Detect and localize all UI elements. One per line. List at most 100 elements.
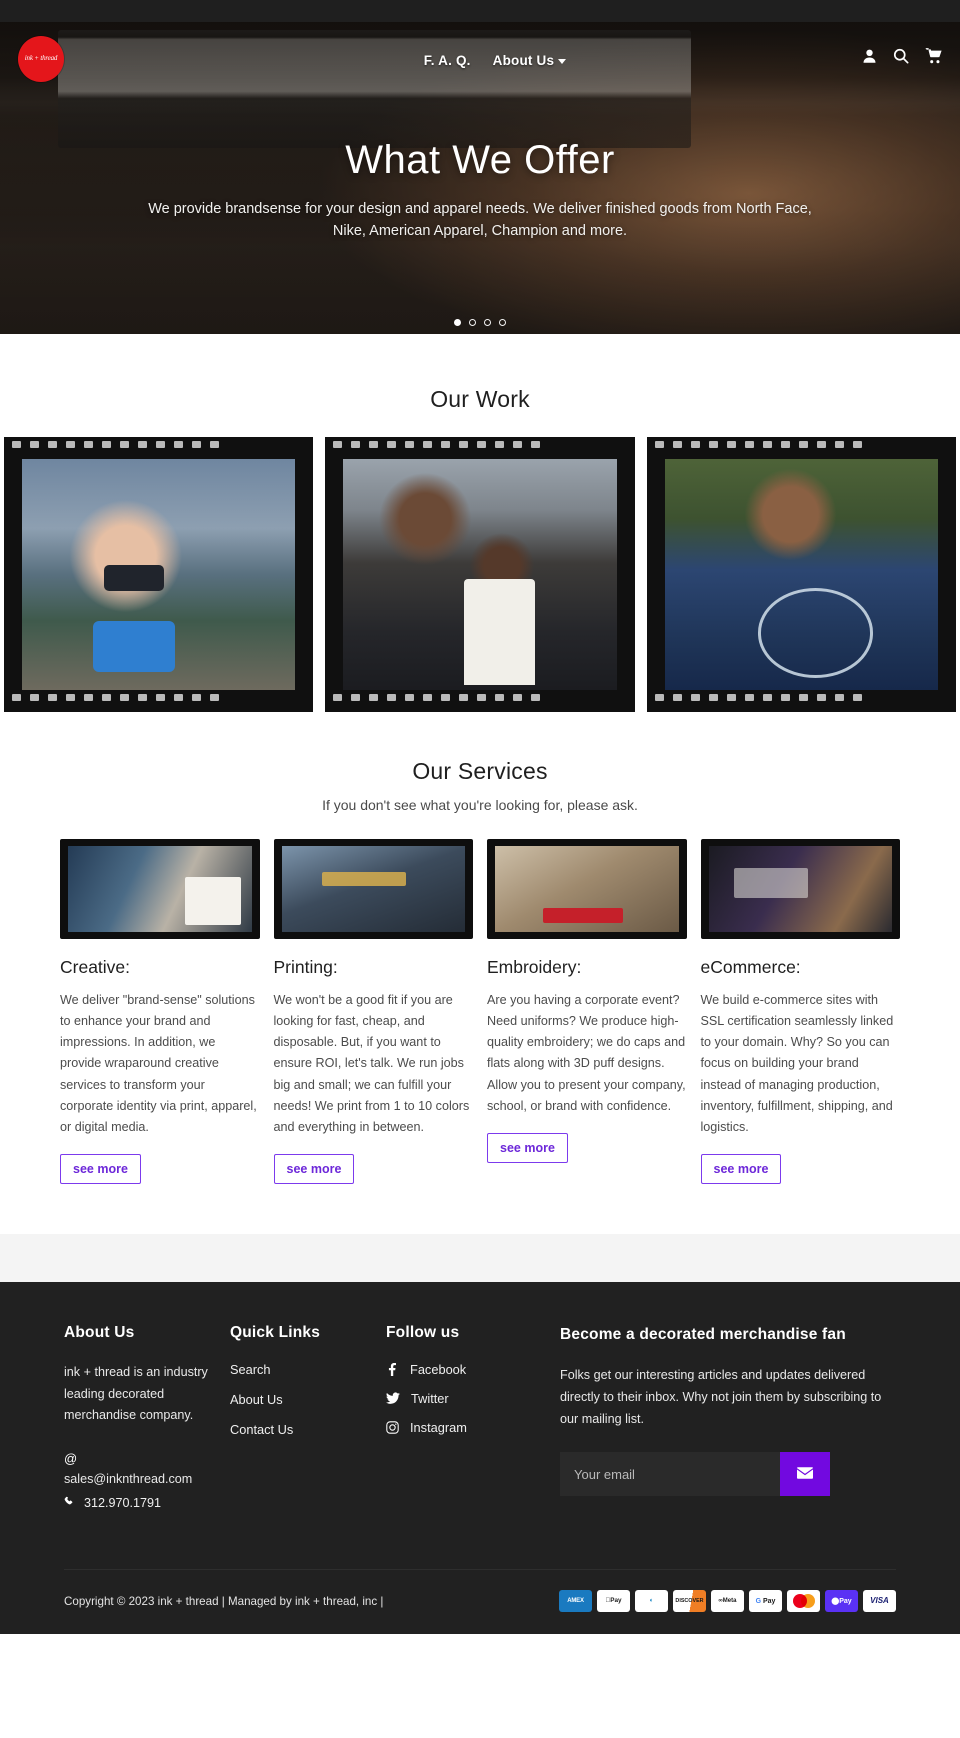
hero-content: What We Offer We provide brandsense for … (0, 138, 960, 243)
our-work-gallery (0, 437, 960, 712)
service-body-printing: We won't be a good fit if you are lookin… (273, 993, 470, 1134)
nav-item-about-us-label: About Us (492, 52, 555, 68)
service-body-creative: We deliver "brand-sense" solutions to en… (60, 993, 257, 1134)
social-label-instagram: Instagram (410, 1420, 467, 1436)
ecommerce-thumbnail[interactable] (700, 839, 900, 939)
cart-icon[interactable] (925, 48, 942, 64)
phone-icon (64, 1496, 76, 1511)
visa-icon: VISA (863, 1590, 896, 1613)
footer-heading-follow: Follow us (386, 1324, 460, 1342)
instagram-icon (386, 1421, 399, 1434)
site-logo[interactable]: ink + thread (18, 36, 64, 82)
social-label-twitter: Twitter (411, 1391, 449, 1407)
facebook-icon (386, 1363, 399, 1377)
service-body-ecommerce: We build e-commerce sites with SSL certi… (700, 993, 894, 1134)
service-title-embroidery: Embroidery: (487, 957, 582, 977)
footer-heading-quick-links: Quick Links (230, 1324, 321, 1342)
chevron-down-icon (558, 58, 567, 64)
see-more-button-ecommerce[interactable]: see more (700, 1154, 782, 1185)
amex-icon: AMEX (559, 1590, 592, 1613)
service-card-creative: Creative: We deliver "brand-sense" solut… (60, 839, 260, 1185)
site-logo-text: ink + thread (24, 54, 58, 63)
service-title-creative: Creative: (60, 957, 131, 977)
newsletter-body: Folks get our interesting articles and u… (560, 1368, 882, 1426)
services-grid: Creative: We deliver "brand-sense" solut… (0, 839, 960, 1185)
twitter-icon (386, 1392, 400, 1405)
primary-navigation: F. A. Q. About Us (394, 53, 567, 68)
our-services-section: Our Services If you don't see what you'r… (0, 712, 960, 1234)
footer-column-follow: Follow us Facebook Twitter Instagram (386, 1324, 544, 1511)
carousel-dots (0, 319, 960, 326)
hero-subtitle: We provide brandsense for your design an… (148, 201, 812, 240)
see-more-button-creative[interactable]: see more (60, 1154, 141, 1185)
work-image-mask (22, 459, 296, 690)
hero-carousel: ink + thread F. A. Q. About Us What We O (0, 22, 960, 334)
nav-item-faq[interactable]: F. A. Q. (424, 53, 471, 68)
carousel-next-button[interactable]: → (925, 326, 944, 334)
diners-club-icon: ◐ (635, 1590, 668, 1613)
our-services-title: Our Services (412, 758, 548, 784)
newsletter-heading: Become a decorated merchandise fan (560, 1326, 846, 1344)
google-pay-icon: G Pay (749, 1590, 782, 1613)
film-sprockets-top (647, 441, 956, 455)
creative-thumbnail[interactable] (60, 839, 260, 939)
social-link-twitter[interactable]: Twitter (386, 1391, 544, 1406)
our-services-subtitle: If you don't see what you're looking for… (322, 797, 638, 813)
carousel-dot-2[interactable] (469, 319, 476, 326)
work-card-greek[interactable] (325, 437, 635, 712)
film-sprockets-top (4, 441, 313, 455)
work-card-sweatshirt[interactable] (646, 437, 956, 712)
footer-email[interactable]: sales@inknthread.com (64, 1469, 230, 1491)
work-image-sweatshirt (664, 459, 938, 690)
footer-phone-row[interactable]: 312.970.1791 (64, 1496, 230, 1511)
header-actions (862, 48, 942, 64)
apple-pay-icon: Pay (597, 1590, 630, 1613)
our-work-section: Our Work (0, 334, 960, 712)
footer-link-search[interactable]: Search (230, 1362, 386, 1377)
newsletter-email-input[interactable] (560, 1452, 780, 1497)
film-sprockets-bottom (4, 694, 313, 708)
service-card-ecommerce: eCommerce: We build e-commerce sites wit… (700, 839, 900, 1185)
carousel-dot-3[interactable] (484, 319, 491, 326)
newsletter-submit-button[interactable] (780, 1452, 830, 1497)
footer-column-quick-links: Quick Links Search About Us Contact Us (230, 1324, 386, 1511)
announcement-bar (0, 0, 960, 22)
nav-item-about-us[interactable]: About Us (493, 53, 567, 68)
payment-methods: AMEX Pay ◐ DISCOVER ∞Meta G Pay ⬤Pay VI… (559, 1590, 896, 1613)
film-sprockets-bottom (325, 694, 634, 708)
social-link-facebook[interactable]: Facebook (386, 1362, 544, 1377)
footer-link-about-us[interactable]: About Us (230, 1392, 386, 1407)
search-icon[interactable] (893, 48, 909, 64)
footer-contact: @ sales@inknthread.com 312.970.1791 (64, 1449, 230, 1511)
section-divider (0, 1234, 960, 1283)
film-sprockets-top (325, 441, 634, 455)
see-more-button-printing[interactable]: see more (273, 1154, 355, 1185)
printing-thumbnail[interactable] (273, 839, 473, 939)
copyright-text: Copyright © 2023 ink + thread | Managed … (64, 1594, 384, 1608)
site-footer: About Us ink + thread is an industry lea… (0, 1282, 960, 1635)
footer-columns: About Us ink + thread is an industry lea… (64, 1324, 896, 1511)
carousel-dot-4[interactable] (499, 319, 506, 326)
footer-phone: 312.970.1791 (84, 1496, 162, 1511)
service-card-embroidery: Embroidery: Are you having a corporate e… (487, 839, 687, 1163)
email-icon: @ (64, 1451, 78, 1467)
service-body-embroidery: Are you having a corporate event? Need u… (487, 993, 686, 1113)
service-title-printing: Printing: (273, 957, 338, 977)
film-sprockets-bottom (647, 694, 956, 708)
discover-icon: DISCOVER (673, 1590, 706, 1613)
footer-column-newsletter: Become a decorated merchandise fan Folks… (544, 1324, 896, 1511)
carousel-dot-1[interactable] (454, 319, 461, 326)
social-link-instagram[interactable]: Instagram (386, 1420, 544, 1435)
footer-about-body: ink + thread is an industry leading deco… (64, 1365, 208, 1423)
social-label-facebook: Facebook (410, 1362, 467, 1378)
work-card-mask[interactable] (4, 437, 314, 712)
site-header: ink + thread F. A. Q. About Us (0, 22, 960, 98)
nav-item-faq-label: F. A. Q. (423, 52, 471, 68)
work-image-greek (343, 459, 617, 690)
account-icon[interactable] (862, 48, 877, 64)
footer-link-contact-us[interactable]: Contact Us (230, 1422, 386, 1437)
see-more-button-embroidery[interactable]: see more (487, 1132, 568, 1163)
service-title-ecommerce: eCommerce: (700, 957, 801, 977)
carousel-prev-button[interactable]: ← (16, 326, 35, 334)
embroidery-thumbnail[interactable] (487, 839, 687, 939)
